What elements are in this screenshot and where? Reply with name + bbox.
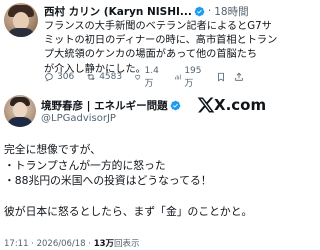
- author-name-row: 境野春彦 | エネルギー問題: [41, 98, 181, 113]
- post-text-line: [4, 189, 244, 205]
- post-text-line: ・トランプさんが一方的に怒った: [4, 158, 166, 172]
- like-count: 1.4万: [144, 65, 159, 89]
- view-count: 13万: [93, 239, 115, 249]
- post-secondary-actions: [216, 72, 244, 82]
- tweet-post-nishimura: 西村 カリン (Karyn NISHI... · 18時間 フランスの大手新聞の…: [0, 0, 278, 89]
- post-time[interactable]: 18時間: [214, 4, 248, 19]
- post-text-line: 彼が日本に怒るとしたら、まず「金」のことかと。: [4, 205, 253, 219]
- verified-badge-icon: [194, 6, 205, 16]
- author-name[interactable]: 西村 カリン (Karyn NISHI...: [44, 4, 192, 19]
- post-actions: 306 4583 1.4万 195万: [44, 66, 244, 89]
- separator-dot: ·: [207, 5, 212, 17]
- repost-count: 4583: [99, 72, 123, 82]
- post-header: 西村 カリン (Karyn NISHI... · 18時間: [44, 3, 249, 19]
- avatar[interactable]: [4, 95, 36, 127]
- author-name[interactable]: 境野春彦 | エネルギー問題: [41, 98, 168, 113]
- author-handle[interactable]: @LPGadvisorJP: [41, 113, 116, 124]
- like-button[interactable]: 1.4万: [134, 66, 162, 89]
- post-text-line: ミットの初日のディナーの時に、高市首相とトラン: [44, 35, 278, 47]
- post-text-line: ・88兆円の米国への投資はどうなってる！: [4, 174, 212, 188]
- heart-icon: [135, 74, 141, 80]
- post-timestamp[interactable]: 17:11 · 2026/06/18 ·: [4, 239, 94, 249]
- reply-icon: [45, 73, 53, 82]
- tweet-card-sakaino: 境野春彦 | エネルギー問題 @LPGadvisorJP X.com 完全に想像…: [0, 88, 266, 250]
- views-button[interactable]: 195万: [174, 66, 204, 89]
- share-icon[interactable]: [234, 72, 244, 82]
- repost-icon: [87, 73, 95, 81]
- avatar[interactable]: [4, 3, 38, 37]
- post-text-line: プ大統領のケンカの場面があって他の首脳たち: [44, 49, 258, 61]
- view-count-suffix: 回表示: [114, 239, 140, 249]
- reply-count: 306: [57, 72, 75, 82]
- verified-badge-icon: [170, 100, 180, 111]
- reply-button[interactable]: 306: [44, 72, 74, 82]
- post-text-line: フランスの大手新聞のベテラン記者によるとG7サ: [44, 21, 272, 32]
- repost-button[interactable]: 4583: [86, 72, 122, 82]
- post-text-line: 完全に想像ですが、: [4, 143, 101, 156]
- views-chart-icon: [175, 74, 181, 80]
- post-text: 完全に想像ですが、 ・トランプさんが一方的に怒った ・88兆円の米国への投資はど…: [4, 142, 253, 220]
- post-meta: 17:11 · 2026/06/18 · 13万回表示: [4, 237, 140, 249]
- x-brand-text: X.com: [214, 96, 267, 114]
- x-logo-icon: [197, 97, 215, 113]
- views-count: 195万: [184, 65, 202, 89]
- bookmark-icon[interactable]: [216, 72, 226, 82]
